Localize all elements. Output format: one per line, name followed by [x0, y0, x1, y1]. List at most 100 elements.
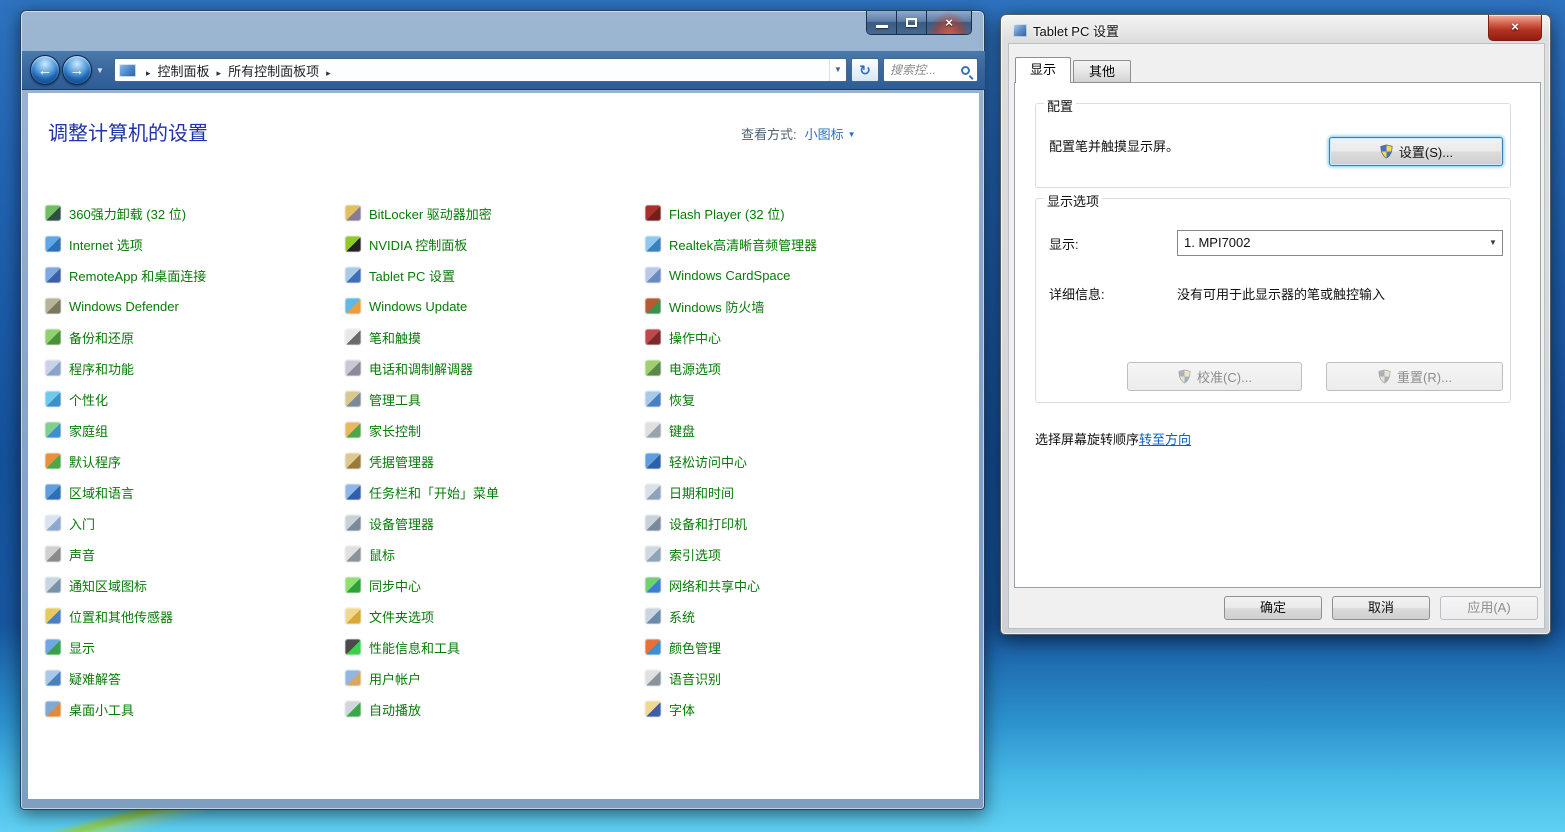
maximize-button[interactable] [897, 11, 927, 34]
breadcrumb-item[interactable]: 控制面板 [158, 64, 210, 79]
date-time-icon [645, 484, 661, 500]
control-panel-item-label: 个性化 [69, 390, 108, 409]
go-to-orientation-link[interactable]: 转至方向 [1139, 432, 1191, 447]
control-panel-content: 调整计算机的设置 查看方式:小图标▼ 360强力卸载 (32 位)Interne… [28, 93, 979, 799]
control-panel-item-label: 性能信息和工具 [369, 638, 460, 657]
control-panel-item[interactable]: Windows Update [345, 295, 641, 317]
control-panel-item-label: 自动播放 [369, 700, 421, 719]
control-panel-item[interactable]: Windows Defender [45, 295, 341, 317]
display-select[interactable]: 1. MPI7002 ▼ [1177, 230, 1503, 256]
view-by-value[interactable]: 小图标 [805, 127, 844, 142]
cancel-button[interactable]: 取消 [1332, 596, 1430, 620]
control-panel-item[interactable]: 程序和功能 [45, 357, 341, 379]
control-panel-item[interactable]: 管理工具 [345, 388, 641, 410]
region-language-icon [45, 484, 61, 500]
control-panel-item[interactable]: 设备管理器 [345, 512, 641, 534]
control-panel-item[interactable]: 默认程序 [45, 450, 341, 472]
control-panel-item-label: NVIDIA 控制面板 [369, 235, 467, 254]
control-panel-item[interactable]: Realtek高清晰音频管理器 [645, 233, 941, 255]
control-panel-item[interactable]: 文件夹选项 [345, 605, 641, 627]
search-input[interactable] [884, 63, 959, 77]
control-panel-item[interactable]: 通知区域图标 [45, 574, 341, 596]
refresh-button[interactable]: ↻ [851, 58, 879, 82]
device-manager-icon [345, 515, 361, 531]
control-panel-item[interactable]: 索引选项 [645, 543, 941, 565]
control-panel-item[interactable]: 操作中心 [645, 326, 941, 348]
control-panel-item[interactable]: 语音识别 [645, 667, 941, 689]
tab-other[interactable]: 其他 [1073, 60, 1131, 83]
control-panel-item[interactable]: Windows 防火墙 [645, 295, 941, 317]
breadcrumb-item[interactable]: 所有控制面板项 [228, 64, 319, 79]
control-panel-item[interactable]: 备份和还原 [45, 326, 341, 348]
control-panel-item[interactable]: 任务栏和「开始」菜单 [345, 481, 641, 503]
control-panel-item[interactable]: 网络和共享中心 [645, 574, 941, 596]
control-panel-item[interactable]: Windows CardSpace [645, 264, 941, 286]
user-accounts-icon [345, 670, 361, 686]
items-column-3: Flash Player (32 位) Realtek高清晰音频管理器 Window… [645, 202, 941, 729]
control-panel-item[interactable]: 区域和语言 [45, 481, 341, 503]
control-panel-item[interactable]: BitLocker 驱动器加密 [345, 202, 641, 224]
control-panel-item[interactable]: 电话和调制解调器 [345, 357, 641, 379]
control-panel-item[interactable]: 键盘 [645, 419, 941, 441]
control-panel-item[interactable]: 笔和触摸 [345, 326, 641, 348]
control-panel-item[interactable]: 性能信息和工具 [345, 636, 641, 658]
control-panel-item-label: 轻松访问中心 [669, 452, 747, 471]
control-panel-item[interactable]: 360强力卸载 (32 位) [45, 202, 341, 224]
address-bar[interactable]: ▸控制面板▸所有控制面板项▸ ▼ [114, 58, 847, 82]
items-column-2: BitLocker 驱动器加密 NVIDIA 控制面板 Tablet PC 设置 Wi… [345, 202, 641, 729]
control-panel-item[interactable]: RemoteApp 和桌面连接 [45, 264, 341, 286]
control-panel-item[interactable]: Flash Player (32 位) [645, 202, 941, 224]
control-panel-item[interactable]: 字体 [645, 698, 941, 720]
control-panel-item[interactable]: 位置和其他传感器 [45, 605, 341, 627]
settings-button[interactable]: 设置(S)... [1329, 137, 1503, 166]
uninstaller-360-icon [45, 205, 61, 221]
control-panel-item[interactable]: 恢复 [645, 388, 941, 410]
control-panel-item-label: 键盘 [669, 421, 695, 440]
view-by-caret-icon[interactable]: ▼ [848, 130, 856, 139]
control-panel-item-label: 入门 [69, 514, 95, 533]
display-options-group-label: 显示选项 [1044, 191, 1102, 210]
control-panel-item[interactable]: 轻松访问中心 [645, 450, 941, 472]
control-panel-item[interactable]: 颜色管理 [645, 636, 941, 658]
control-panel-item[interactable]: 声音 [45, 543, 341, 565]
control-panel-item[interactable]: 日期和时间 [645, 481, 941, 503]
config-group-label: 配置 [1044, 96, 1076, 115]
control-panel-item[interactable]: 家庭组 [45, 419, 341, 441]
control-panel-item-label: 设备和打印机 [669, 514, 747, 533]
control-panel-item[interactable]: Tablet PC 设置 [345, 264, 641, 286]
tab-display[interactable]: 显示 [1015, 57, 1071, 83]
control-panel-item[interactable]: 疑难解答 [45, 667, 341, 689]
control-panel-item[interactable]: 系统 [645, 605, 941, 627]
control-panel-item[interactable]: 电源选项 [645, 357, 941, 379]
control-panel-item[interactable]: 显示 [45, 636, 341, 658]
folder-options-icon [345, 608, 361, 624]
control-panel-item[interactable]: 凭据管理器 [345, 450, 641, 472]
control-panel-item[interactable]: Internet 选项 [45, 233, 341, 255]
recent-pages-caret-icon[interactable]: ▼ [96, 66, 104, 75]
credential-manager-icon [345, 453, 361, 469]
control-panel-item[interactable]: 设备和打印机 [645, 512, 941, 534]
forward-button[interactable]: → [62, 55, 92, 85]
control-panel-item[interactable]: 家长控制 [345, 419, 641, 441]
calibrate-button: 校准(C)... [1127, 362, 1302, 391]
control-panel-item-label: Flash Player (32 位) [669, 204, 785, 223]
back-button[interactable]: ← [30, 55, 60, 85]
config-description: 配置笔并触摸显示屏。 [1049, 136, 1179, 155]
control-panel-item-label: 桌面小工具 [69, 700, 134, 719]
breadcrumb-separator-icon: ▸ [139, 68, 158, 78]
control-panel-item[interactable]: NVIDIA 控制面板 [345, 233, 641, 255]
address-dropdown-caret-icon[interactable]: ▼ [829, 59, 846, 81]
control-panel-item-label: Windows Update [369, 299, 467, 314]
control-panel-item[interactable]: 鼠标 [345, 543, 641, 565]
control-panel-item[interactable]: 同步中心 [345, 574, 641, 596]
ok-button[interactable]: 确定 [1224, 596, 1322, 620]
control-panel-item[interactable]: 用户帐户 [345, 667, 641, 689]
control-panel-item[interactable]: 个性化 [45, 388, 341, 410]
control-panel-item[interactable]: 自动播放 [345, 698, 641, 720]
control-panel-item[interactable]: 桌面小工具 [45, 698, 341, 720]
minimize-button[interactable] [867, 11, 897, 34]
control-panel-item[interactable]: 入门 [45, 512, 341, 534]
refresh-icon: ↻ [859, 62, 871, 78]
dialog-close-button[interactable]: × [1488, 15, 1542, 41]
close-button[interactable]: × [927, 11, 971, 34]
